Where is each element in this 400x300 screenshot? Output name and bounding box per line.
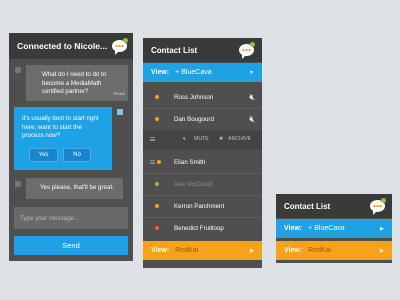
send-button[interactable]: Send [14,236,128,255]
chat-header: Connected to Nicole... [9,33,133,59]
message-text: Yes please, that'll be great. [40,184,114,191]
contact-name: Benedict Fruitloop [174,224,224,232]
contact-list-title: Contact List [151,45,198,55]
contact-row[interactable]: Kerron Parchment [143,195,262,217]
view-value: RedKai [308,247,332,254]
status-dot [155,204,159,208]
speaker-muted-icon[interactable]: 🔇︎ [249,114,255,125]
mute-action[interactable]: MUTE [194,136,209,142]
no-button[interactable]: No [63,148,91,162]
contact-list-header: Contact List [143,38,262,62]
view-value: BlueCava [181,69,212,76]
chat-title: Connected to Nicole... [17,41,108,51]
status-dot [157,160,161,164]
message-input[interactable]: Type your message... [14,207,128,229]
view-selector-bluecava[interactable]: View: + BlueCava ▶ [276,219,392,238]
chevron-right-icon: ▶ [380,247,384,254]
contact-list-title: Contact List [284,201,331,211]
user-avatar [15,67,21,73]
chevron-right-icon: ▶ [250,247,254,254]
contact-row[interactable]: Alec McCloud [143,173,262,195]
user-avatar [15,181,21,187]
view-label: View: [151,247,170,254]
archive-action[interactable]: ARCHIVE [228,136,251,142]
online-indicator-icon [381,198,386,203]
contact-name: Elian Smith [174,158,206,166]
view-value: RedKai [175,247,199,254]
online-indicator-icon [250,42,255,47]
contact-name: Alec McCloud [174,180,213,188]
archive-icon: ✖ [219,136,224,142]
contact-list-panel: Contact List View: + BlueCava ▼ Ross Joh… [143,38,262,268]
speaker-muted-icon[interactable]: 🔇︎ [249,92,255,103]
agent-avatar [117,109,123,115]
view-label: View: [151,69,170,76]
chat-message-outgoing: What do I need to do to become a MediaMa… [26,65,128,101]
view-selector-redkai[interactable]: View: RedKai ▶ [276,241,392,260]
status-dot [155,95,159,99]
contact-row[interactable]: Ross Johnson 🔇︎ [143,86,262,108]
plus-icon: + [175,69,180,76]
speaker-muted-icon: 🔇︎ [183,136,187,142]
contact-row[interactable]: Benedict Fruitloop [143,217,262,239]
view-label: View: [284,247,303,254]
contact-list-collapsed-panel: Contact List View: + BlueCava ▶ View: Re… [276,194,392,263]
view-selector-redkai[interactable]: View: RedKai ▶ [143,241,262,260]
view-value: BlueCava [314,225,345,232]
online-indicator-icon [123,38,128,43]
chevron-down-icon: ▼ [249,69,254,76]
contact-list-header: Contact List [276,194,392,218]
contact-name: Kerron Parchment [174,202,225,210]
chevron-right-icon: ▶ [380,225,384,232]
chat-message-incoming: It's usually best to start right here; w… [14,107,112,170]
drag-handle-icon[interactable] [150,160,155,164]
view-label: View: [284,225,303,232]
chat-message-outgoing: Yes please, that'll be great. [26,178,123,199]
contact-name: Ross Johnson [174,93,214,101]
contact-swipe-actions: 🔇︎ MUTE ✖ ARCHIVE [143,130,262,150]
chat-panel: Connected to Nicole... What do I need to… [9,33,133,261]
message-text: What do I need to do to become a MediaMa… [42,71,107,95]
yes-button[interactable]: Yes [29,148,58,162]
status-dot [155,182,159,186]
plus-icon: + [308,225,313,232]
drag-handle-icon[interactable] [150,137,155,141]
message-text: It's usually best to start right here; w… [22,115,99,139]
contact-name: Dan Bougourd [174,115,214,123]
contact-row[interactable]: Dan Bougourd 🔇︎ [143,108,262,130]
read-status: Read [113,91,125,97]
status-dot [155,117,159,121]
status-dot [155,226,159,230]
view-selector-bluecava[interactable]: View: + BlueCava ▼ [143,63,262,82]
contact-row[interactable]: Elian Smith [143,151,262,173]
